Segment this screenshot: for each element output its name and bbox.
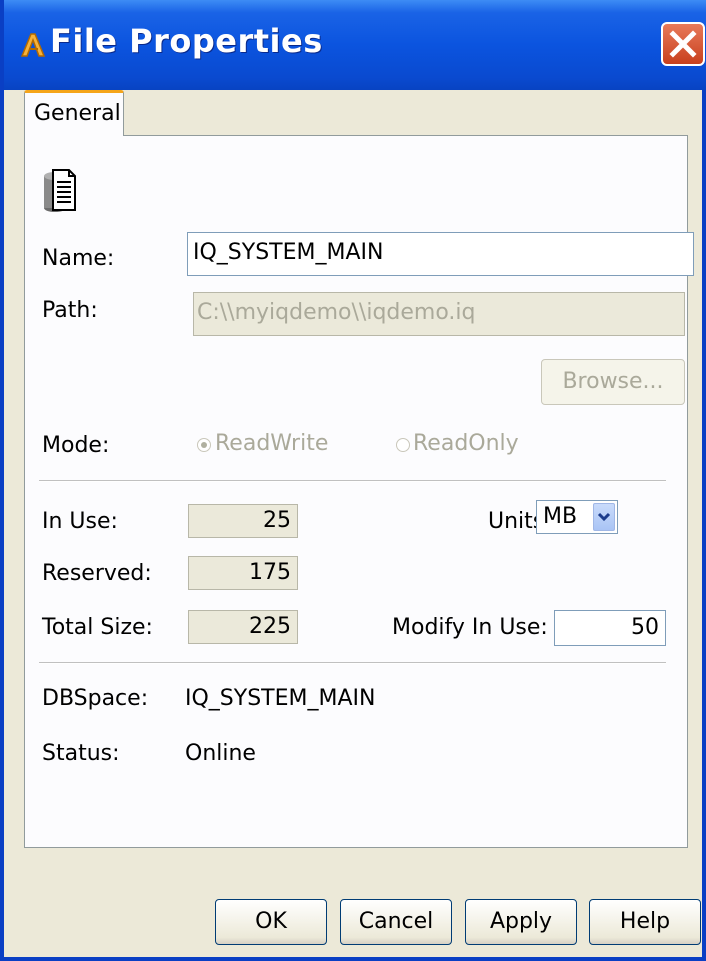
- close-button[interactable]: [661, 22, 705, 66]
- path-label: Path:: [42, 298, 98, 323]
- mode-label: Mode:: [42, 433, 110, 458]
- readwrite-radio[interactable]: [197, 438, 211, 452]
- total-size-label: Total Size:: [42, 615, 153, 640]
- path-value: C:\\myiqdemo\\iqdemo.iq: [197, 300, 476, 325]
- title-bar[interactable]: File Properties: [4, 0, 706, 90]
- dbspace-label: DBSpace:: [42, 686, 149, 711]
- modify-in-use-label: Modify In Use:: [392, 615, 548, 640]
- tab-general-label: General: [34, 101, 121, 126]
- modify-in-use-input[interactable]: 50: [554, 610, 666, 646]
- browse-button[interactable]: Browse...: [541, 359, 685, 405]
- total-size-value: 225: [188, 610, 298, 644]
- path-input: C:\\myiqdemo\\iqdemo.iq: [193, 292, 685, 336]
- name-value: IQ_SYSTEM_MAIN: [193, 240, 384, 265]
- chevron-down-icon[interactable]: [593, 503, 615, 531]
- separator: [39, 480, 666, 482]
- file-properties-dialog: File Properties General Name: IQ_SYSTEM_…: [0, 0, 706, 961]
- reserved-value: 175: [188, 556, 298, 590]
- in-use-value: 25: [188, 504, 298, 538]
- cancel-button[interactable]: Cancel: [340, 899, 452, 945]
- dbspace-value: IQ_SYSTEM_MAIN: [185, 686, 376, 711]
- units-select[interactable]: MB: [536, 500, 618, 534]
- status-label: Status:: [42, 741, 120, 766]
- close-icon: [669, 30, 697, 58]
- tab-general[interactable]: General: [24, 90, 124, 136]
- status-value: Online: [185, 741, 256, 766]
- name-input[interactable]: IQ_SYSTEM_MAIN: [187, 232, 694, 276]
- ok-button[interactable]: OK: [215, 899, 327, 945]
- apply-button[interactable]: Apply: [465, 899, 577, 945]
- separator: [39, 662, 666, 664]
- readwrite-label: ReadWrite: [215, 431, 329, 456]
- in-use-label: In Use:: [42, 509, 118, 534]
- name-label: Name:: [42, 246, 115, 271]
- database-file-icon: [44, 169, 76, 212]
- app-logo-icon: [20, 33, 46, 57]
- window-title: File Properties: [50, 22, 323, 60]
- general-panel: Name: IQ_SYSTEM_MAIN Path: C:\\myiqdemo\…: [24, 135, 694, 848]
- reserved-label: Reserved:: [42, 561, 152, 586]
- help-button[interactable]: Help: [589, 899, 701, 945]
- units-value: MB: [543, 504, 578, 529]
- readonly-radio[interactable]: [396, 438, 410, 452]
- readonly-label: ReadOnly: [413, 431, 519, 456]
